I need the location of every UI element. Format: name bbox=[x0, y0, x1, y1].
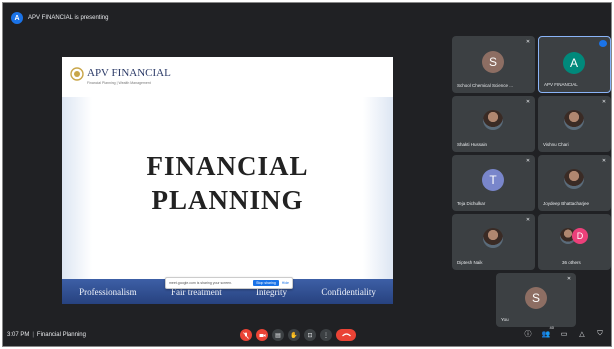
participant-tile[interactable]: ✕ Joydeep Bhattacharjee bbox=[538, 155, 611, 211]
mic-off-icon: ✕ bbox=[601, 158, 607, 164]
others-count: 36 others bbox=[562, 260, 581, 265]
presenting-banner: A APV FINANCIAL is presenting bbox=[3, 3, 611, 33]
people-count-badge: 40 bbox=[549, 325, 554, 330]
slide-header: APV FINANCIAL Financial Planning | Wealt… bbox=[62, 57, 393, 97]
participant-tile[interactable]: ✕ Vishnu Chari bbox=[538, 96, 611, 152]
mic-off-icon[interactable] bbox=[240, 329, 252, 341]
participant-photo bbox=[564, 169, 584, 189]
participant-name: Shakti Hussain bbox=[457, 142, 488, 147]
self-avatar: S bbox=[525, 287, 547, 309]
mic-off-icon: ✕ bbox=[525, 39, 531, 45]
participant-avatar: T bbox=[482, 169, 504, 191]
company-tagline: Financial Planning | Wealth Management bbox=[87, 81, 151, 85]
footer-value: Professionalism bbox=[79, 286, 137, 297]
meeting-info: 3:07 PM | Financial Planning bbox=[7, 332, 86, 338]
participant-tile-active[interactable]: A APV FINANCIAL bbox=[538, 36, 611, 93]
slide-title-line2: PLANNING bbox=[151, 185, 304, 215]
self-name: You bbox=[501, 317, 509, 322]
participant-name: School Chemical Science ... bbox=[457, 83, 514, 88]
activities-icon[interactable]: △ bbox=[577, 329, 587, 339]
participant-name: APV FINANCIAL bbox=[544, 82, 578, 87]
participant-photo bbox=[564, 110, 584, 130]
participant-tile[interactable]: ✕ Diptesh Naik bbox=[452, 214, 535, 270]
people-icon[interactable]: 👥 40 bbox=[541, 325, 554, 339]
participant-photo bbox=[483, 110, 503, 130]
participant-avatar: D bbox=[572, 228, 588, 244]
captions-icon[interactable]: ▤ bbox=[272, 329, 284, 341]
mic-off-icon: ✕ bbox=[601, 99, 607, 105]
chat-icon[interactable]: ▭ bbox=[559, 329, 569, 339]
more-icon[interactable]: ⋮ bbox=[320, 329, 332, 341]
participant-avatar: A bbox=[563, 52, 585, 74]
info-icon[interactable]: ⓘ bbox=[523, 329, 533, 339]
meeting-time: 3:07 PM bbox=[7, 332, 30, 338]
meeting-name: Financial Planning bbox=[36, 332, 86, 338]
raise-hand-icon[interactable]: ✋ bbox=[288, 329, 300, 341]
presenting-text: APV FINANCIAL is presenting bbox=[28, 15, 109, 21]
presenter-avatar: A bbox=[11, 12, 23, 24]
participant-name: Joydeep Bhattacharjee bbox=[543, 201, 590, 206]
participant-tile[interactable]: ✕ Shakti Hussain bbox=[452, 96, 535, 152]
side-controls: ⓘ 👥 40 ▭ △ ⛉ bbox=[523, 325, 605, 339]
self-tile[interactable]: S ✕ You bbox=[496, 273, 576, 327]
camera-off-icon[interactable] bbox=[256, 329, 268, 341]
present-icon[interactable]: ⊡ bbox=[304, 329, 316, 341]
end-call-icon[interactable] bbox=[336, 329, 356, 341]
mic-off-icon: ✕ bbox=[525, 217, 531, 223]
participant-tile[interactable]: T ✕ Teja Dichulkar bbox=[452, 155, 535, 211]
bottom-toolbar: 3:07 PM | Financial Planning ▤ ✋ ⊡ ⋮ ⓘ 👥 40… bbox=[3, 324, 611, 346]
mic-off-icon: ✕ bbox=[566, 276, 572, 282]
speaking-indicator-icon bbox=[599, 40, 607, 47]
call-controls: ▤ ✋ ⊡ ⋮ bbox=[240, 329, 356, 341]
company-name: APV FINANCIAL bbox=[87, 67, 171, 79]
screen-share-notification: meet.google.com is sharing your screen. … bbox=[165, 277, 293, 289]
participant-tile[interactable]: S ✕ School Chemical Science ... bbox=[452, 36, 535, 93]
participant-name: Teja Dichulkar bbox=[457, 201, 486, 206]
hide-button[interactable]: Hide bbox=[282, 281, 289, 285]
participant-avatar: S bbox=[482, 51, 504, 73]
mic-off-icon: ✕ bbox=[525, 99, 531, 105]
footer-value: Confidentiality bbox=[321, 286, 376, 297]
participant-name: Diptesh Naik bbox=[457, 260, 483, 265]
meet-window: A APV FINANCIAL is presenting APV FINANC… bbox=[2, 2, 612, 347]
host-controls-icon[interactable]: ⛉ bbox=[595, 329, 605, 339]
mic-off-icon: ✕ bbox=[525, 158, 531, 164]
participant-photo bbox=[483, 228, 503, 248]
others-tile[interactable]: D 36 others bbox=[538, 214, 611, 270]
share-message: meet.google.com is sharing your screen. bbox=[169, 281, 233, 285]
slide-title-line1: FINANCIAL bbox=[146, 151, 309, 181]
company-logo-icon bbox=[70, 67, 84, 81]
participant-name: Vishnu Chari bbox=[543, 142, 569, 147]
stop-sharing-button[interactable]: Stop sharing bbox=[253, 280, 279, 286]
slide-body: FINANCIAL PLANNING bbox=[62, 97, 393, 279]
shared-presentation: APV FINANCIAL Financial Planning | Wealt… bbox=[62, 57, 393, 304]
